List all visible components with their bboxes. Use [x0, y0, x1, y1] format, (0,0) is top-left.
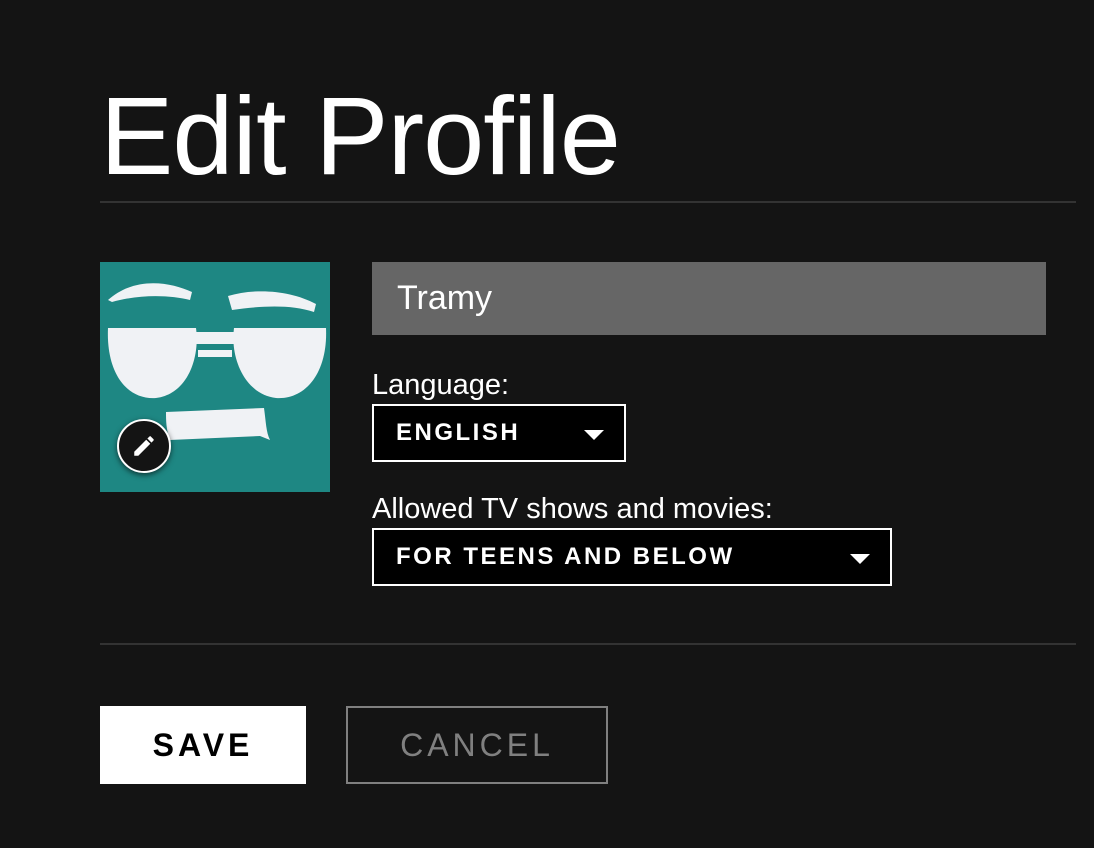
maturity-label: Allowed TV shows and movies:	[372, 493, 773, 525]
language-dropdown[interactable]: ENGLISH	[372, 404, 626, 462]
page-title: Edit Profile	[100, 75, 621, 198]
edit-profile-page: Edit Profile Language: ENGLISH Allowed	[0, 0, 1094, 848]
caret-down-icon	[584, 430, 604, 440]
cancel-button[interactable]: CANCEL	[346, 706, 608, 784]
save-button[interactable]: SAVE	[100, 706, 306, 784]
profile-name-input[interactable]	[372, 262, 1046, 335]
bottom-divider	[100, 643, 1076, 645]
edit-avatar-button[interactable]	[117, 419, 171, 473]
caret-down-icon	[850, 554, 870, 564]
top-divider	[100, 201, 1076, 203]
maturity-dropdown[interactable]: FOR TEENS AND BELOW	[372, 528, 892, 586]
maturity-selected-value: FOR TEENS AND BELOW	[396, 543, 735, 570]
pencil-icon	[134, 436, 154, 456]
language-selected-value: ENGLISH	[396, 419, 521, 446]
language-label: Language:	[372, 369, 510, 401]
